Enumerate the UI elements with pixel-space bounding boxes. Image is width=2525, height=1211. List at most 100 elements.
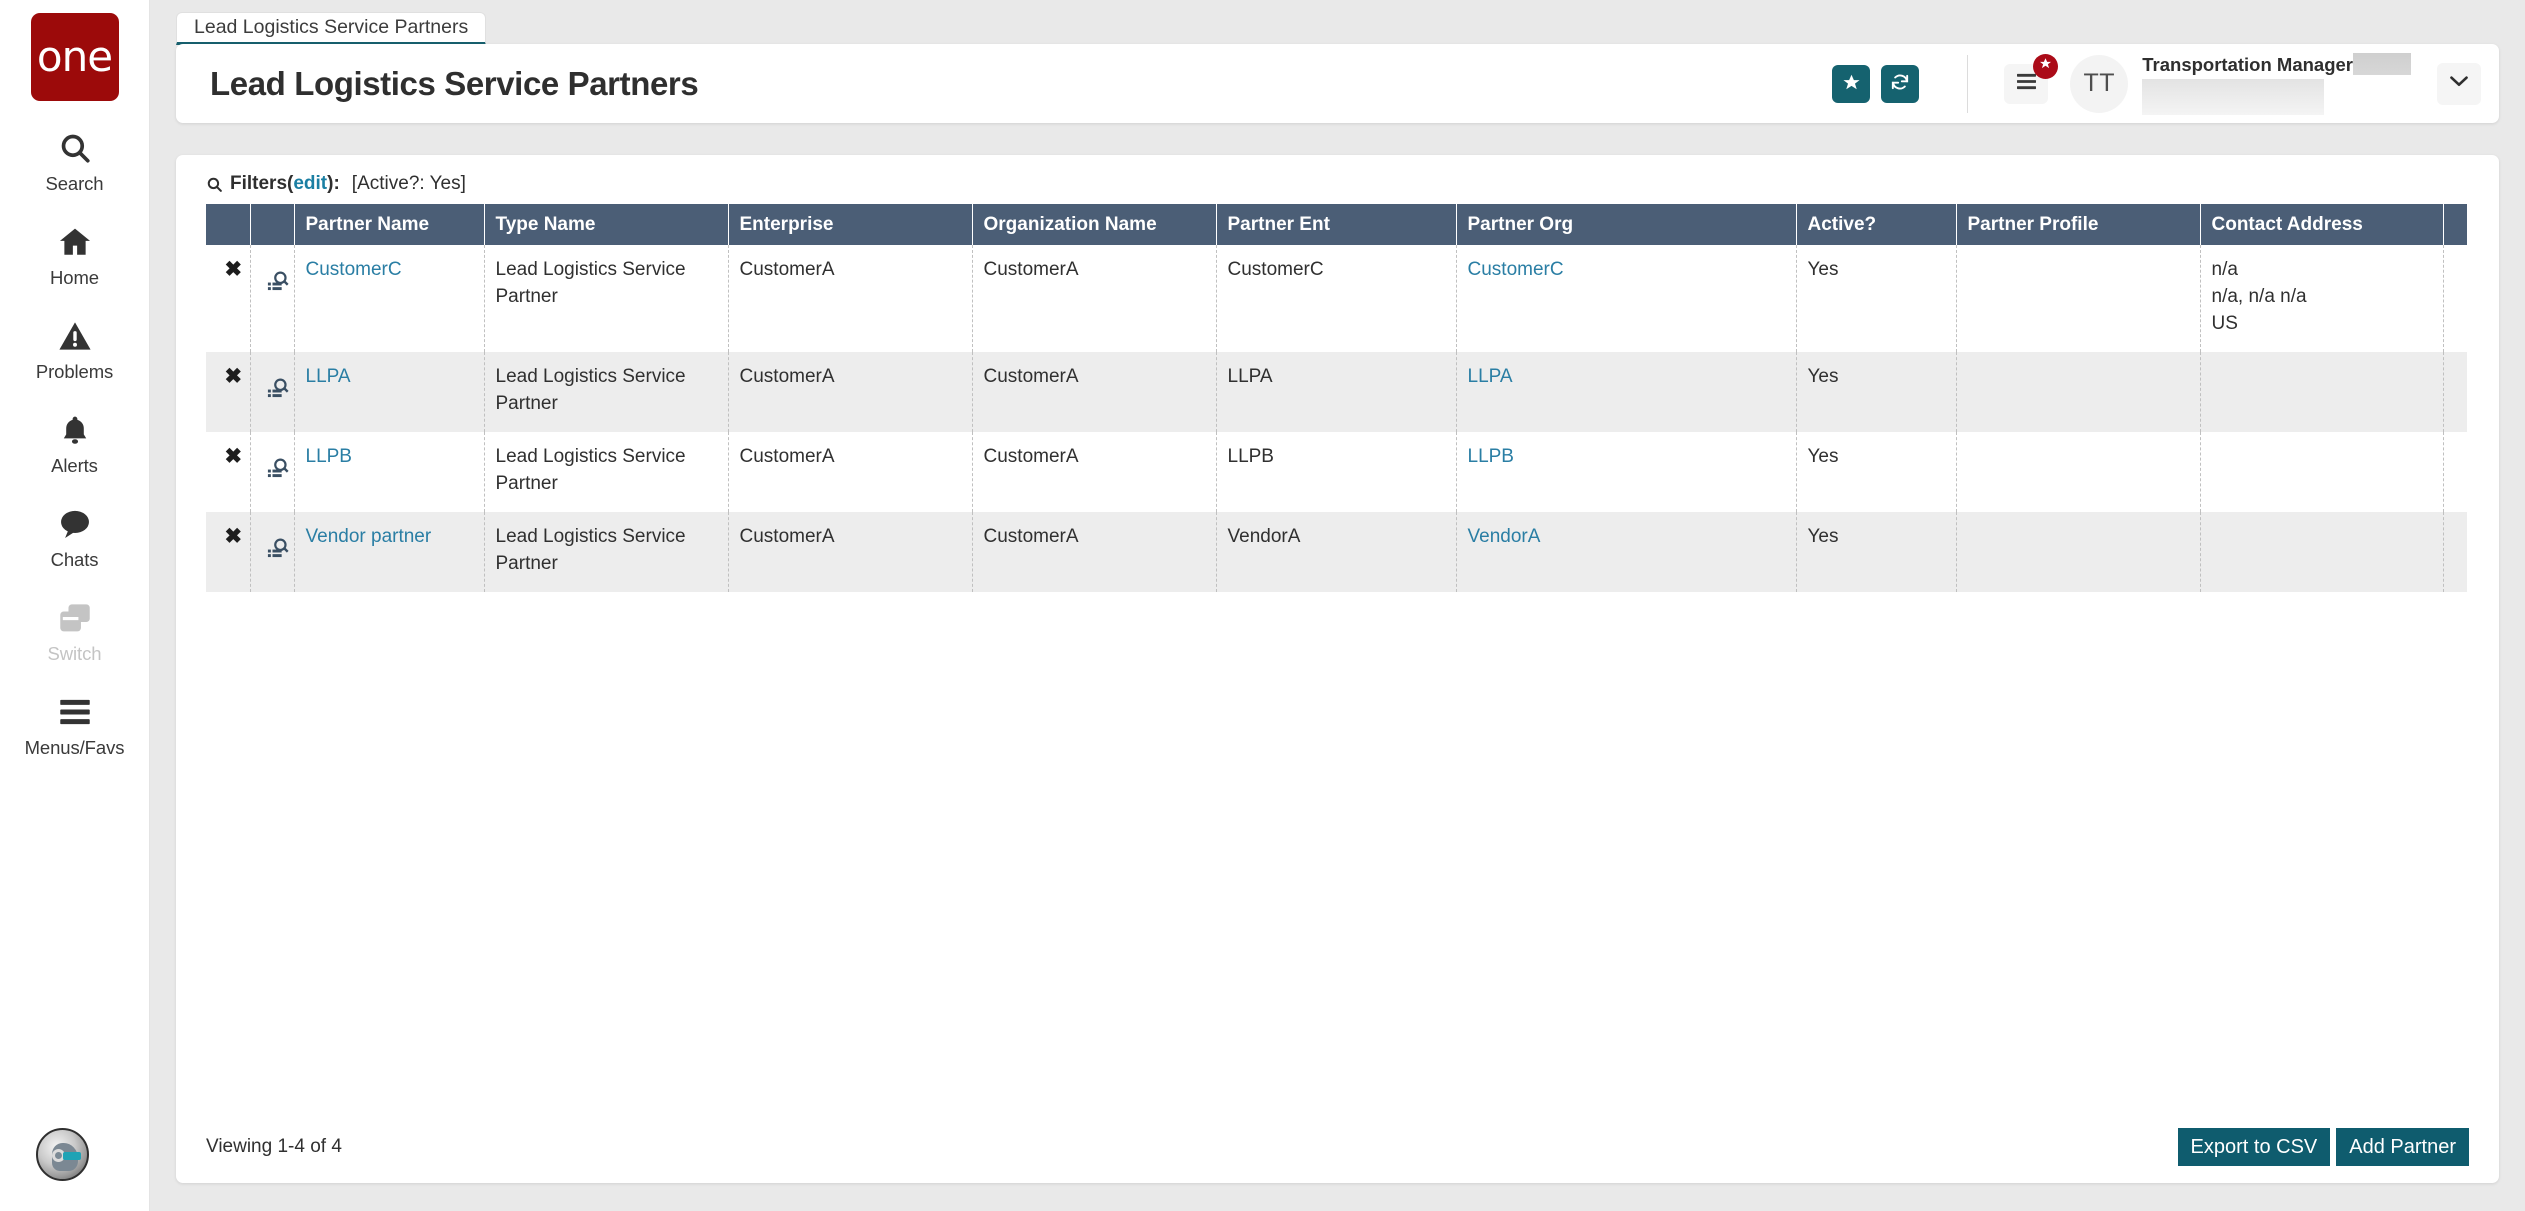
address-line: n/a, n/a n/a — [2211, 285, 2307, 307]
cell-partner-org[interactable]: CustomerC — [1456, 245, 1797, 352]
col-organization-name[interactable]: Organization Name — [972, 204, 1217, 245]
cell-partner-name-link[interactable]: LLPA — [306, 366, 351, 387]
cell-extra — [2443, 511, 2467, 592]
row-delete-cell[interactable]: ✖ — [206, 431, 251, 512]
brand-logo[interactable]: one — [30, 13, 119, 101]
cell-extra — [2443, 351, 2467, 432]
cell-contact-address — [2200, 351, 2444, 432]
user-info: Transportation Manager — [2142, 52, 2411, 115]
cell-partner-name[interactable]: LLPB — [294, 431, 485, 512]
header-menu-button[interactable] — [2004, 53, 2059, 104]
table-row[interactable]: ✖ LLPA Lead Logistics Service Partner Custo… — [206, 351, 2467, 432]
chat-icon — [57, 504, 93, 544]
row-view-cell[interactable] — [250, 511, 295, 592]
favorite-button[interactable] — [1832, 64, 1871, 103]
refresh-button[interactable] — [1881, 64, 1920, 103]
cell-organization-name: CustomerA — [972, 431, 1217, 512]
content-card: Filters (edit): [Active?: Yes] Partner N… — [176, 155, 2499, 1183]
table-row[interactable]: ✖ Vendor partner Lead Logistics Service Pa… — [206, 511, 2467, 592]
view-details-icon[interactable] — [267, 524, 289, 560]
left-sidebar: one Search Home Problems Alerts Chats Sw… — [0, 0, 150, 1211]
col-delete[interactable] — [206, 204, 251, 245]
sidebar-item-menus-favs[interactable]: Menus/Favs — [0, 692, 150, 759]
col-type-name[interactable]: Type Name — [484, 204, 729, 245]
cell-partner-name-link[interactable]: CustomerC — [306, 259, 402, 280]
cell-partner-org-link[interactable]: LLPB — [1468, 446, 1514, 467]
sidebar-item-search[interactable]: Search — [0, 128, 150, 195]
row-delete-cell[interactable]: ✖ — [206, 245, 251, 352]
cell-enterprise: CustomerA — [728, 431, 973, 512]
cell-type-name: Lead Logistics Service Partner — [484, 511, 729, 592]
filters-edit-link[interactable]: edit — [293, 173, 327, 195]
table-row[interactable]: ✖ LLPB Lead Logistics Service Partner Custo… — [206, 431, 2467, 512]
address-line: n/a — [2211, 259, 2238, 280]
star-icon — [1842, 73, 1861, 95]
tab-label: Lead Logistics Service Partners — [194, 16, 469, 38]
cell-partner-org-link[interactable]: LLPA — [1468, 366, 1513, 387]
sidebar-item-home[interactable]: Home — [0, 222, 150, 289]
col-partner-org[interactable]: Partner Org — [1456, 204, 1797, 245]
user-menu-toggle[interactable] — [2437, 62, 2481, 105]
col-contact-address[interactable]: Contact Address — [2200, 204, 2444, 245]
table-row[interactable]: ✖ CustomerC Lead Logistics Service Partner… — [206, 245, 2467, 352]
cell-partner-org[interactable]: LLPB — [1456, 431, 1797, 512]
col-partner-profile[interactable]: Partner Profile — [1956, 204, 2201, 245]
sidebar-item-switch[interactable]: Switch — [0, 598, 150, 665]
sidebar-item-alerts[interactable]: Alerts — [0, 410, 150, 477]
cell-partner-ent: LLPA — [1216, 351, 1457, 432]
col-active[interactable]: Active? — [1796, 204, 1957, 245]
avatar-initials: TT — [2083, 69, 2116, 97]
search-icon — [206, 176, 223, 193]
view-details-icon[interactable] — [267, 364, 289, 400]
close-x-icon[interactable]: ✖ — [224, 257, 242, 280]
page-title: Lead Logistics Service Partners — [210, 64, 699, 102]
cell-partner-org-link[interactable]: VendorA — [1468, 526, 1541, 547]
partners-table: Partner Name Type Name Enterprise Organi… — [206, 204, 2467, 592]
cell-partner-name[interactable]: CustomerC — [294, 245, 485, 352]
cell-partner-profile — [1956, 431, 2201, 512]
cell-partner-ent: LLPB — [1216, 431, 1457, 512]
view-details-icon[interactable] — [267, 444, 289, 480]
avatar[interactable]: TT — [2070, 54, 2129, 113]
cell-partner-name[interactable]: LLPA — [294, 351, 485, 432]
col-partner-ent[interactable]: Partner Ent — [1216, 204, 1457, 245]
cell-partner-org[interactable]: LLPA — [1456, 351, 1797, 432]
cell-partner-profile — [1956, 351, 2201, 432]
col-enterprise[interactable]: Enterprise — [728, 204, 973, 245]
col-partner-name[interactable]: Partner Name — [294, 204, 485, 245]
user-role-text: Transportation Manager — [2142, 53, 2353, 75]
row-view-cell[interactable] — [250, 431, 295, 512]
row-delete-cell[interactable]: ✖ — [206, 351, 251, 432]
col-extra[interactable] — [2443, 204, 2467, 245]
hamburger-icon — [58, 692, 92, 732]
refresh-icon — [1890, 72, 1910, 95]
cell-extra — [2443, 432, 2467, 512]
cell-active: Yes — [1796, 245, 1957, 352]
tab-lead-logistics-service-partners[interactable]: Lead Logistics Service Partners — [176, 12, 487, 45]
sidebar-item-label: Switch — [47, 643, 102, 664]
row-delete-cell[interactable]: ✖ — [206, 511, 251, 592]
close-x-icon[interactable]: ✖ — [224, 524, 242, 547]
cell-partner-org-link[interactable]: CustomerC — [1468, 259, 1564, 280]
sidebar-item-label: Problems — [35, 361, 114, 382]
table-body: ✖ CustomerC Lead Logistics Service Partner… — [206, 245, 2467, 592]
robot-avatar-icon[interactable] — [36, 1128, 89, 1181]
sidebar-item-label: Alerts — [51, 455, 98, 476]
close-x-icon[interactable]: ✖ — [224, 364, 242, 387]
row-view-cell[interactable] — [250, 245, 295, 352]
cell-partner-name[interactable]: Vendor partner — [294, 511, 485, 592]
sidebar-item-problems[interactable]: Problems — [0, 316, 150, 383]
col-view[interactable] — [250, 204, 295, 245]
row-view-cell[interactable] — [250, 351, 295, 432]
export-to-csv-button[interactable]: Export to CSV — [2177, 1128, 2331, 1166]
view-details-icon[interactable] — [267, 257, 289, 293]
user-name-redacted — [2353, 52, 2411, 75]
cell-enterprise: CustomerA — [728, 511, 973, 592]
page-header-card: Lead Logistics Service Partners TT Trans… — [176, 44, 2499, 123]
cell-partner-name-link[interactable]: LLPB — [306, 446, 352, 467]
cell-partner-name-link[interactable]: Vendor partner — [306, 526, 432, 547]
close-x-icon[interactable]: ✖ — [224, 444, 242, 467]
cell-partner-org[interactable]: VendorA — [1456, 511, 1797, 592]
sidebar-item-chats[interactable]: Chats — [0, 504, 150, 571]
add-partner-button[interactable]: Add Partner — [2336, 1128, 2469, 1166]
